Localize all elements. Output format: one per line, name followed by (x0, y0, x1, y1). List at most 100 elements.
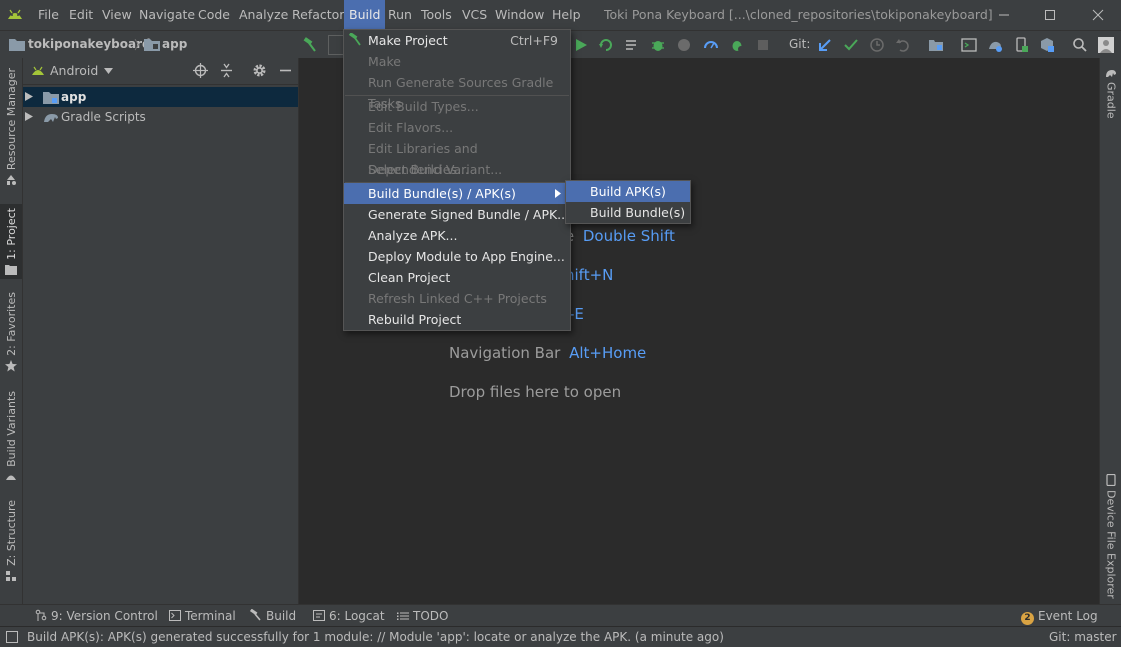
run-icon[interactable] (573, 37, 589, 53)
tool-logcat-label: 6: Logcat (329, 609, 385, 623)
menu-tools[interactable]: Tools (421, 7, 452, 22)
apply-code-changes-icon[interactable] (624, 37, 640, 53)
git-branch-widget[interactable]: Git: master (1049, 630, 1117, 644)
search-everywhere-icon[interactable] (1072, 37, 1088, 53)
tree-item-label: Gradle Scripts (61, 110, 146, 124)
tab-favorites-label: 2: Favorites (4, 292, 18, 356)
menu-item-make-project[interactable]: Make Project Ctrl+F9 (344, 30, 570, 51)
chevron-down-icon (104, 67, 114, 74)
project-structure-icon[interactable] (928, 37, 944, 53)
status-message[interactable]: Build APK(s): APK(s) generated successfu… (27, 630, 724, 644)
bottom-tool-window-bar: 9: Version Control Terminal Build 6: Log… (0, 604, 1121, 627)
tool-event-log[interactable]: 2 Event Log (1021, 609, 1098, 625)
build-bundles-submenu: Build APK(s) Build Bundle(s) (565, 180, 691, 224)
breadcrumb-project[interactable]: tokiponakeyboard (28, 37, 151, 51)
tab-device-file-explorer[interactable]: Device File Explorer (1100, 474, 1121, 599)
stop-icon[interactable] (755, 37, 771, 53)
menu-item-edit-build-types[interactable]: Edit Build Types... (344, 96, 570, 117)
hide-panel-icon[interactable] (278, 63, 293, 78)
hint-navigation-bar: Navigation Bar Alt+Home (449, 344, 646, 362)
maximize-button[interactable] (1041, 6, 1059, 24)
menu-item-select-build-variant[interactable]: Select Build Variant... (344, 159, 570, 180)
tool-todo[interactable]: TODO (397, 609, 448, 623)
menu-item-analyze-apk[interactable]: Analyze APK... (344, 225, 570, 246)
git-history-icon[interactable] (869, 37, 885, 53)
menu-item-refresh-cpp[interactable]: Refresh Linked C++ Projects (344, 288, 570, 309)
project-view-selector[interactable]: Android (50, 63, 114, 78)
submenu-item-label: Build APK(s) (590, 184, 666, 199)
expand-arrow-icon[interactable] (25, 112, 33, 121)
tool-event-log-label: Event Log (1038, 609, 1098, 623)
tab-device-file-explorer-label: Device File Explorer (1104, 490, 1118, 599)
user-avatar-icon[interactable] (1098, 37, 1114, 53)
tab-build-variants[interactable]: Build Variants (0, 391, 22, 481)
make-hammer-icon[interactable] (302, 37, 318, 53)
menu-run[interactable]: Run (388, 7, 412, 22)
avd-manager-icon[interactable] (1013, 37, 1029, 53)
submenu-item-label: Build Bundle(s) (590, 205, 686, 220)
tree-item-gradle-scripts[interactable]: Gradle Scripts (23, 107, 298, 127)
menu-item-deploy-app-engine[interactable]: Deploy Module to App Engine... (344, 246, 570, 267)
menu-edit[interactable]: Edit (69, 7, 93, 22)
menu-item-build-bundles-apks[interactable]: Build Bundle(s) / APK(s) (344, 183, 570, 204)
submenu-item-build-bundles[interactable]: Build Bundle(s) (566, 202, 690, 223)
expand-arrow-icon[interactable] (25, 92, 33, 101)
submenu-item-build-apks[interactable]: Build APK(s) (566, 181, 690, 202)
menu-help[interactable]: Help (552, 7, 581, 22)
menu-file[interactable]: File (38, 7, 59, 22)
menu-item-clean-project[interactable]: Clean Project (344, 267, 570, 288)
apply-changes-icon[interactable] (598, 37, 614, 53)
gear-icon[interactable] (252, 63, 267, 78)
menu-item-label: Generate Signed Bundle / APK... (368, 207, 570, 222)
menu-item-edit-flavors[interactable]: Edit Flavors... (344, 117, 570, 138)
status-toggle-icon[interactable] (6, 631, 18, 643)
gradle-icon (44, 114, 58, 122)
menu-item-edit-libraries[interactable]: Edit Libraries and Dependencies... (344, 138, 570, 177)
tree-item-app[interactable]: app (23, 87, 298, 107)
profile-icon[interactable] (676, 37, 692, 53)
tab-project[interactable]: 1: Project (0, 204, 22, 279)
tab-gradle[interactable]: Gradle (1100, 68, 1121, 119)
tool-terminal[interactable]: Terminal (169, 609, 236, 623)
close-window-button[interactable] (1089, 6, 1107, 24)
tree-item-label: app (61, 90, 87, 104)
menu-refactor[interactable]: Refactor (292, 7, 344, 22)
menu-view[interactable]: View (102, 7, 132, 22)
menu-item-rebuild-project[interactable]: Rebuild Project (344, 309, 570, 330)
attach-process-icon[interactable] (729, 37, 745, 53)
git-update-icon[interactable] (817, 37, 833, 53)
attach-debugger-icon[interactable] (703, 37, 719, 53)
debug-icon[interactable] (650, 37, 666, 53)
menu-item-generate-signed[interactable]: Generate Signed Bundle / APK... (344, 204, 570, 225)
menu-vcs[interactable]: VCS (462, 7, 487, 22)
tab-structure[interactable]: Z: Structure (0, 500, 22, 582)
git-rollback-icon[interactable] (895, 37, 911, 53)
locate-file-icon[interactable] (193, 63, 208, 78)
breadcrumb-module[interactable]: app (162, 37, 187, 51)
project-tab-folder-icon (5, 264, 17, 275)
tool-build[interactable]: Build (250, 609, 296, 623)
menu-analyze[interactable]: Analyze (239, 7, 288, 22)
tab-favorites[interactable]: 2: Favorites (0, 292, 22, 372)
menu-item-make[interactable]: Make (344, 51, 570, 72)
menu-item-label: Make (368, 54, 401, 69)
terminal-window-icon[interactable] (961, 37, 977, 53)
tool-logcat[interactable]: 6: Logcat (313, 609, 385, 623)
menu-item-run-generate-sources[interactable]: Run Generate Sources Gradle Tasks (344, 72, 570, 111)
device-icon (1106, 474, 1116, 486)
menu-item-label: Refresh Linked C++ Projects (368, 291, 547, 306)
menu-window[interactable]: Window (495, 7, 544, 22)
menu-code[interactable]: Code (198, 7, 230, 22)
run-config-selector[interactable] (328, 35, 343, 55)
collapse-all-icon[interactable] (219, 63, 234, 78)
hint-nav-shortcut: Alt+Home (569, 344, 647, 362)
tool-terminal-label: Terminal (185, 609, 236, 623)
menu-navigate[interactable]: Navigate (139, 7, 195, 22)
git-commit-icon[interactable] (843, 37, 859, 53)
sync-gradle-icon[interactable] (987, 37, 1003, 53)
tab-resource-manager[interactable]: Resource Manager (0, 68, 22, 186)
minimize-button[interactable] (995, 6, 1013, 24)
sdk-manager-icon[interactable] (1039, 37, 1055, 53)
menu-build[interactable]: Build (344, 0, 386, 30)
tool-version-control[interactable]: 9: Version Control (35, 609, 158, 623)
